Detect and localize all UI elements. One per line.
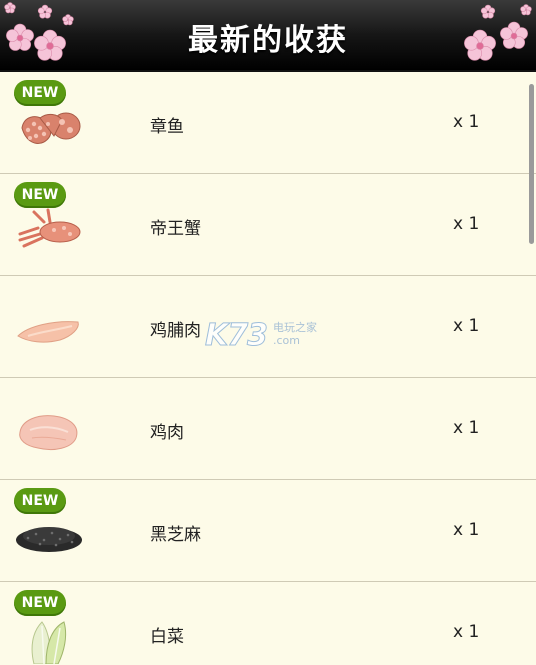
item-name: 鸡脯肉: [150, 321, 201, 341]
king-crab-icon: [18, 208, 81, 248]
item-quantity: x 1: [453, 520, 480, 540]
item-name: 帝王蟹: [150, 219, 201, 239]
header-bar: 最新的收获: [0, 0, 536, 72]
item-name: 章鱼: [150, 117, 184, 137]
list-item[interactable]: NEW 帝王蟹 x 1: [0, 174, 536, 276]
watermark-k73: K73: [205, 318, 269, 354]
scrollbar[interactable]: [529, 84, 534, 244]
item-name: 鸡肉: [150, 423, 184, 443]
chicken-meat-icon: [19, 415, 78, 451]
item-quantity: x 1: [453, 214, 480, 234]
octopus-icon: [21, 112, 81, 144]
list-item[interactable]: NEW 黑芝麻 x 1: [0, 480, 536, 582]
item-quantity: x 1: [453, 418, 480, 438]
list-item[interactable]: NEW 白菜 x 1: [0, 582, 536, 665]
black-sesame-icon: [16, 527, 82, 552]
watermark-logo: K73 电玩之家 .com: [205, 318, 335, 354]
item-quantity: x 1: [453, 316, 480, 336]
list-item[interactable]: NEW 章鱼 x 1: [0, 72, 536, 174]
harvest-list[interactable]: NEW 章鱼 x 1 NEW 帝王蟹 x 1 鸡脯肉 x 1 鸡肉 x 1 NE…: [0, 72, 536, 665]
watermark-line2: .com: [273, 334, 300, 347]
item-name: 白菜: [150, 627, 184, 647]
chinese-cabbage-icon: [31, 621, 67, 664]
item-quantity: x 1: [453, 622, 480, 642]
sakura-right-icon: [464, 4, 532, 61]
item-quantity: x 1: [453, 112, 480, 132]
item-name: 黑芝麻: [150, 525, 201, 545]
watermark-line1: 电玩之家: [273, 321, 317, 334]
list-item[interactable]: 鸡肉 x 1: [0, 378, 536, 480]
chicken-breast-icon: [17, 321, 79, 343]
